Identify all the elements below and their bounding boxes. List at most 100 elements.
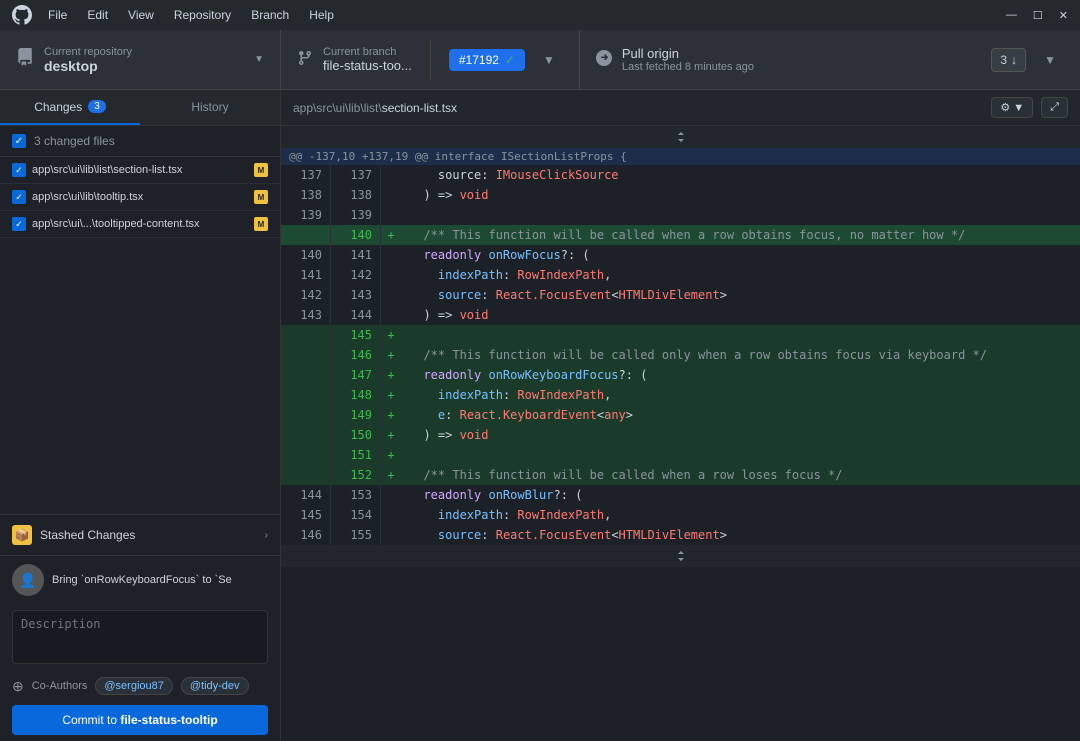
diff-line-146-155: 146 155 source: React.FocusEvent<HTMLDiv… bbox=[281, 525, 1080, 545]
diff-content: @@ -137,10 +137,19 @@ interface ISection… bbox=[281, 126, 1080, 741]
stash-message: Bring `onRowKeyboardFocus` to `Se bbox=[52, 574, 232, 586]
stash-commit[interactable]: 👤 Bring `onRowKeyboardFocus` to `Se bbox=[0, 555, 280, 604]
repo-icon bbox=[16, 48, 34, 71]
github-logo-icon bbox=[12, 5, 32, 25]
pull-sublabel: Last fetched 8 minutes ago bbox=[622, 61, 754, 73]
diff-line-152: 152 + /** This function will be called w… bbox=[281, 465, 1080, 485]
stash-header[interactable]: 📦 Stashed Changes › bbox=[0, 515, 280, 555]
commit-button[interactable]: Commit to file-status-tooltip bbox=[12, 705, 268, 735]
repo-chevron-icon: ▼ bbox=[254, 54, 264, 65]
pull-count: 3 bbox=[1000, 53, 1007, 67]
hunk-header: @@ -137,10 +137,19 @@ interface ISection… bbox=[281, 148, 1080, 165]
description-input[interactable] bbox=[12, 610, 268, 664]
diff-expand-top[interactable] bbox=[281, 126, 1080, 148]
repo-info: Current repository desktop bbox=[44, 46, 244, 74]
file-path-0: app\src\ui\lib\list\section-list.tsx bbox=[32, 164, 248, 176]
diff-line-151: 151 + bbox=[281, 445, 1080, 465]
stash-title: Stashed Changes bbox=[40, 528, 265, 542]
branch-dropdown-icon[interactable]: ▼ bbox=[535, 45, 563, 75]
branch-info: Current branch file-status-too... bbox=[323, 46, 412, 73]
file-item-tooltip[interactable]: ✓ app\src\ui\lib\tooltip.tsx M bbox=[0, 184, 280, 211]
pull-count-badge[interactable]: 3 ↓ bbox=[991, 48, 1026, 72]
diff-line-142-143: 142 143 source: React.FocusEvent<HTMLDiv… bbox=[281, 285, 1080, 305]
diff-line-148: 148 + indexPath: RowIndexPath, bbox=[281, 385, 1080, 405]
maximize-button[interactable]: ☐ bbox=[1033, 9, 1043, 22]
coauthor-tag-0: @sergiou87 bbox=[95, 677, 172, 695]
file-list: ✓ app\src\ui\lib\list\section-list.tsx M… bbox=[0, 157, 280, 514]
coauthor-tag-1: @tidy-dev bbox=[181, 677, 249, 695]
pull-origin-section[interactable]: Pull origin Last fetched 8 minutes ago 3… bbox=[580, 30, 1080, 89]
stash-chevron-icon: › bbox=[265, 530, 268, 541]
diff-line-146: 146 + /** This function will be called o… bbox=[281, 345, 1080, 365]
menu-bar: File Edit View Repository Branch Help bbox=[48, 8, 990, 22]
diff-line-140-new: 140 + /** This function will be called w… bbox=[281, 225, 1080, 245]
repo-selector[interactable]: Current repository desktop ▼ bbox=[0, 30, 281, 89]
close-button[interactable]: ✕ bbox=[1059, 9, 1068, 22]
file-modified-icon-1: M bbox=[254, 190, 268, 204]
file-modified-icon-0: M bbox=[254, 163, 268, 177]
app-body: Changes 3 History ✓ 3 changed files ✓ ap… bbox=[0, 90, 1080, 741]
diff-line-149: 149 + e: React.KeyboardEvent<any> bbox=[281, 405, 1080, 425]
file-item-tooltipped-content[interactable]: ✓ app\src\ui\...\tooltipped-content.tsx … bbox=[0, 211, 280, 238]
diff-line-145-154: 145 154 indexPath: RowIndexPath, bbox=[281, 505, 1080, 525]
sidebar-tabs: Changes 3 History bbox=[0, 90, 280, 126]
diff-line-139: 139 139 bbox=[281, 205, 1080, 225]
diff-expand-button[interactable]: ⤢ bbox=[1041, 97, 1068, 118]
branch-name: file-status-too... bbox=[323, 58, 412, 73]
menu-branch[interactable]: Branch bbox=[251, 8, 289, 22]
diff-settings-button[interactable]: ⚙ ▼ bbox=[991, 97, 1033, 118]
pull-arrow-icon: ↓ bbox=[1011, 53, 1017, 67]
add-coauthor-icon[interactable]: ⊕ bbox=[12, 678, 24, 695]
file-item-section-list[interactable]: ✓ app\src\ui\lib\list\section-list.tsx M bbox=[0, 157, 280, 184]
pr-badge[interactable]: #17192 ✓ bbox=[449, 49, 525, 71]
diff-line-147: 147 + readonly onRowKeyboardFocus?: ( bbox=[281, 365, 1080, 385]
select-all-checkbox[interactable]: ✓ bbox=[12, 134, 26, 148]
stash-icon: 📦 bbox=[12, 525, 32, 545]
changed-files-count: 3 changed files bbox=[34, 134, 115, 148]
minimize-button[interactable]: — bbox=[1006, 9, 1017, 22]
file-checkbox-1[interactable]: ✓ bbox=[12, 190, 26, 204]
file-path-1: app\src\ui\lib\tooltip.tsx bbox=[32, 191, 248, 203]
diff-line-141-142: 141 142 indexPath: RowIndexPath, bbox=[281, 265, 1080, 285]
description-area bbox=[12, 610, 268, 667]
main-header: Current repository desktop ▼ Current bra… bbox=[0, 30, 1080, 90]
tab-history[interactable]: History bbox=[140, 90, 280, 125]
diff-header: app\src\ui\lib\list\section-list.tsx ⚙ ▼… bbox=[281, 90, 1080, 126]
pr-check-icon: ✓ bbox=[505, 53, 515, 67]
file-checkbox-0[interactable]: ✓ bbox=[12, 163, 26, 177]
pull-label: Pull origin bbox=[622, 46, 754, 61]
sidebar: Changes 3 History ✓ 3 changed files ✓ ap… bbox=[0, 90, 281, 741]
diff-filepath: app\src\ui\lib\list\section-list.tsx bbox=[293, 101, 457, 115]
tab-history-label: History bbox=[191, 100, 228, 114]
stash-section: 📦 Stashed Changes › 👤 Bring `onRowKeyboa… bbox=[0, 514, 280, 604]
branch-selector[interactable]: Current branch file-status-too... #17192… bbox=[281, 30, 580, 89]
diff-line-150: 150 + ) => void bbox=[281, 425, 1080, 445]
branch-label: Current branch bbox=[323, 46, 412, 58]
file-checkbox-2[interactable]: ✓ bbox=[12, 217, 26, 231]
changed-files-header: ✓ 3 changed files bbox=[0, 126, 280, 157]
tab-changes-label: Changes bbox=[34, 100, 82, 114]
branch-icon bbox=[297, 50, 313, 69]
menu-view[interactable]: View bbox=[128, 8, 154, 22]
diff-line-140-141: 140 141 readonly onRowFocus?: ( bbox=[281, 245, 1080, 265]
tab-changes[interactable]: Changes 3 bbox=[0, 90, 140, 125]
menu-edit[interactable]: Edit bbox=[87, 8, 108, 22]
diff-line-145: 145 + bbox=[281, 325, 1080, 345]
diff-expand-bottom[interactable] bbox=[281, 545, 1080, 567]
diff-line-138: 138 138 ) => void bbox=[281, 185, 1080, 205]
changes-badge: 3 bbox=[88, 100, 106, 113]
diff-line-137: 137 137 source: IMouseClickSource bbox=[281, 165, 1080, 185]
file-path-2: app\src\ui\...\tooltipped-content.tsx bbox=[32, 218, 248, 230]
diff-panel: app\src\ui\lib\list\section-list.tsx ⚙ ▼… bbox=[281, 90, 1080, 741]
menu-file[interactable]: File bbox=[48, 8, 67, 22]
menu-help[interactable]: Help bbox=[309, 8, 334, 22]
repo-name: desktop bbox=[44, 58, 244, 74]
repo-label: Current repository bbox=[44, 46, 244, 58]
stash-avatar: 👤 bbox=[12, 564, 44, 596]
diff-line-143-144: 143 144 ) => void bbox=[281, 305, 1080, 325]
menu-repository[interactable]: Repository bbox=[174, 8, 231, 22]
pull-dropdown-icon[interactable]: ▼ bbox=[1036, 45, 1064, 75]
pull-info: Pull origin Last fetched 8 minutes ago bbox=[622, 46, 754, 73]
pull-icon bbox=[596, 50, 612, 69]
coauthors-label: Co-Authors bbox=[32, 680, 88, 692]
